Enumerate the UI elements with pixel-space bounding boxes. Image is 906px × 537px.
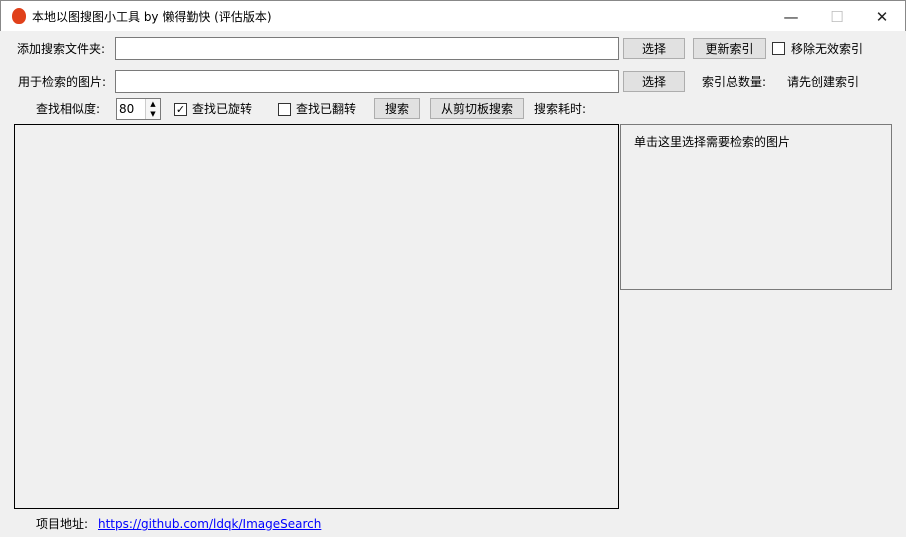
app-icon <box>12 8 26 24</box>
similarity-label: 查找相似度: <box>36 102 101 116</box>
minimize-button[interactable]: — <box>768 1 814 32</box>
search-time-label: 搜索耗时: <box>534 102 587 116</box>
flipped-checkbox[interactable] <box>278 103 291 116</box>
remove-invalid-checkbox[interactable] <box>772 42 785 55</box>
folder-input[interactable] <box>115 37 619 60</box>
results-panel[interactable] <box>14 124 619 509</box>
title-bar: 本地以图搜图小工具 by 懒得勤快 (评估版本) — ☐ ✕ <box>0 0 906 31</box>
project-url-link[interactable]: https://github.com/ldqk/ImageSearch <box>98 516 321 532</box>
select-image-button[interactable]: 选择 <box>623 71 685 92</box>
select-folder-button[interactable]: 选择 <box>623 38 685 59</box>
preview-hint: 单击这里选择需要检索的图片 <box>634 135 791 149</box>
project-url-label: 项目地址: <box>36 517 89 531</box>
maximize-button[interactable]: ☐ <box>814 1 860 32</box>
index-count-value: 请先创建索引 <box>787 75 860 89</box>
rotated-checkbox[interactable]: ✓ <box>174 103 187 116</box>
window-title: 本地以图搜图小工具 by 懒得勤快 (评估版本) <box>32 10 272 24</box>
image-preview-panel[interactable]: 单击这里选择需要检索的图片 <box>620 124 892 290</box>
close-button[interactable]: ✕ <box>859 1 905 32</box>
image-input[interactable] <box>115 70 619 93</box>
clipboard-search-button[interactable]: 从剪切板搜索 <box>430 98 524 119</box>
update-index-button[interactable]: 更新索引 <box>693 38 766 59</box>
search-button[interactable]: 搜索 <box>374 98 420 119</box>
remove-invalid-label: 移除无效索引 <box>791 42 864 56</box>
flipped-label: 查找已翻转 <box>296 102 357 116</box>
stepper-arrows[interactable]: ▲ ▼ <box>145 99 160 119</box>
image-label: 用于检索的图片: <box>18 75 107 89</box>
similarity-value: 80 <box>119 102 135 116</box>
index-count-label: 索引总数量: <box>702 75 767 89</box>
folder-label: 添加搜索文件夹: <box>17 42 106 56</box>
rotated-label: 查找已旋转 <box>192 102 253 116</box>
